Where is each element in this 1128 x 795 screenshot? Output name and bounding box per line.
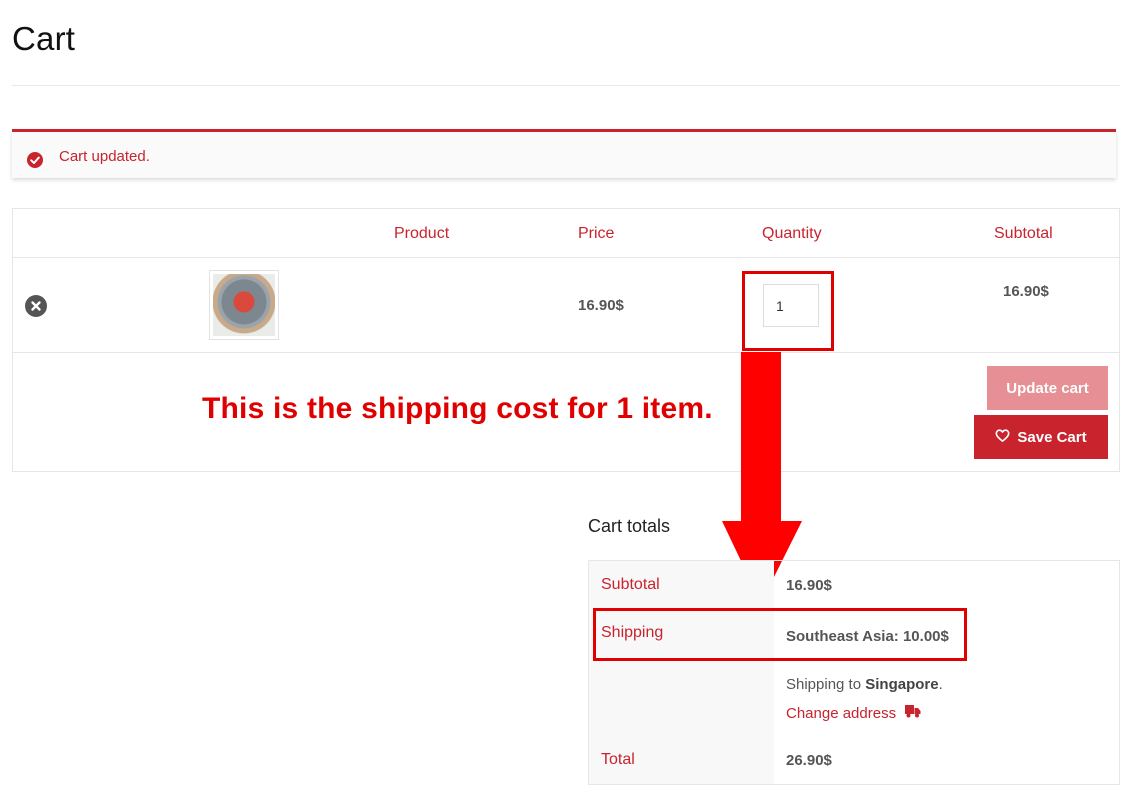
shipping-destination: Shipping to Singapore. bbox=[786, 676, 943, 693]
totals-subtotal-label: Subtotal bbox=[601, 576, 660, 593]
shipping-country: Singapore bbox=[865, 676, 939, 693]
notice-message: Cart updated. bbox=[59, 148, 150, 165]
cart-updated-notice: Cart updated. bbox=[12, 129, 1116, 178]
annotation-text: This is the shipping cost for 1 item. bbox=[202, 392, 713, 425]
totals-total-value: 26.90$ bbox=[786, 752, 832, 769]
update-cart-button[interactable]: Update cart bbox=[987, 366, 1108, 410]
save-cart-label: Save Cart bbox=[1017, 428, 1087, 446]
truck-icon bbox=[905, 705, 921, 722]
totals-subtotal-value: 16.90$ bbox=[786, 577, 832, 594]
row-divider bbox=[13, 352, 1119, 353]
item-price: 16.90$ bbox=[578, 297, 624, 314]
save-cart-button[interactable]: Save Cart bbox=[974, 415, 1108, 459]
header-product: Product bbox=[394, 225, 450, 242]
page-title: Cart bbox=[12, 20, 76, 57]
header-subtotal: Subtotal bbox=[994, 225, 1053, 242]
product-thumbnail[interactable] bbox=[209, 270, 279, 340]
remove-item-icon[interactable] bbox=[25, 295, 47, 317]
header-quantity: Quantity bbox=[762, 225, 822, 242]
change-address-link[interactable]: Change address bbox=[786, 705, 921, 722]
shipping-highlight-box bbox=[593, 608, 967, 661]
cart-table: Product Price Quantity Subtotal 16.90$ 1… bbox=[12, 208, 1120, 472]
cart-totals-heading: Cart totals bbox=[588, 516, 671, 536]
shipping-to-suffix: . bbox=[938, 676, 943, 693]
quantity-highlight-box bbox=[742, 271, 834, 351]
header-price: Price bbox=[578, 225, 615, 242]
header-divider bbox=[13, 257, 1119, 258]
shipping-to-prefix: Shipping to bbox=[786, 676, 866, 693]
check-circle-icon bbox=[27, 152, 43, 168]
item-subtotal: 16.90$ bbox=[1003, 283, 1049, 300]
product-image bbox=[213, 274, 275, 336]
change-address-label: Change address bbox=[786, 705, 897, 722]
cart-totals-table: Subtotal 16.90$ Shipping Southeast Asia:… bbox=[588, 560, 1120, 785]
heart-icon bbox=[995, 428, 1010, 446]
title-divider bbox=[12, 85, 1120, 86]
totals-total-label: Total bbox=[601, 751, 635, 768]
